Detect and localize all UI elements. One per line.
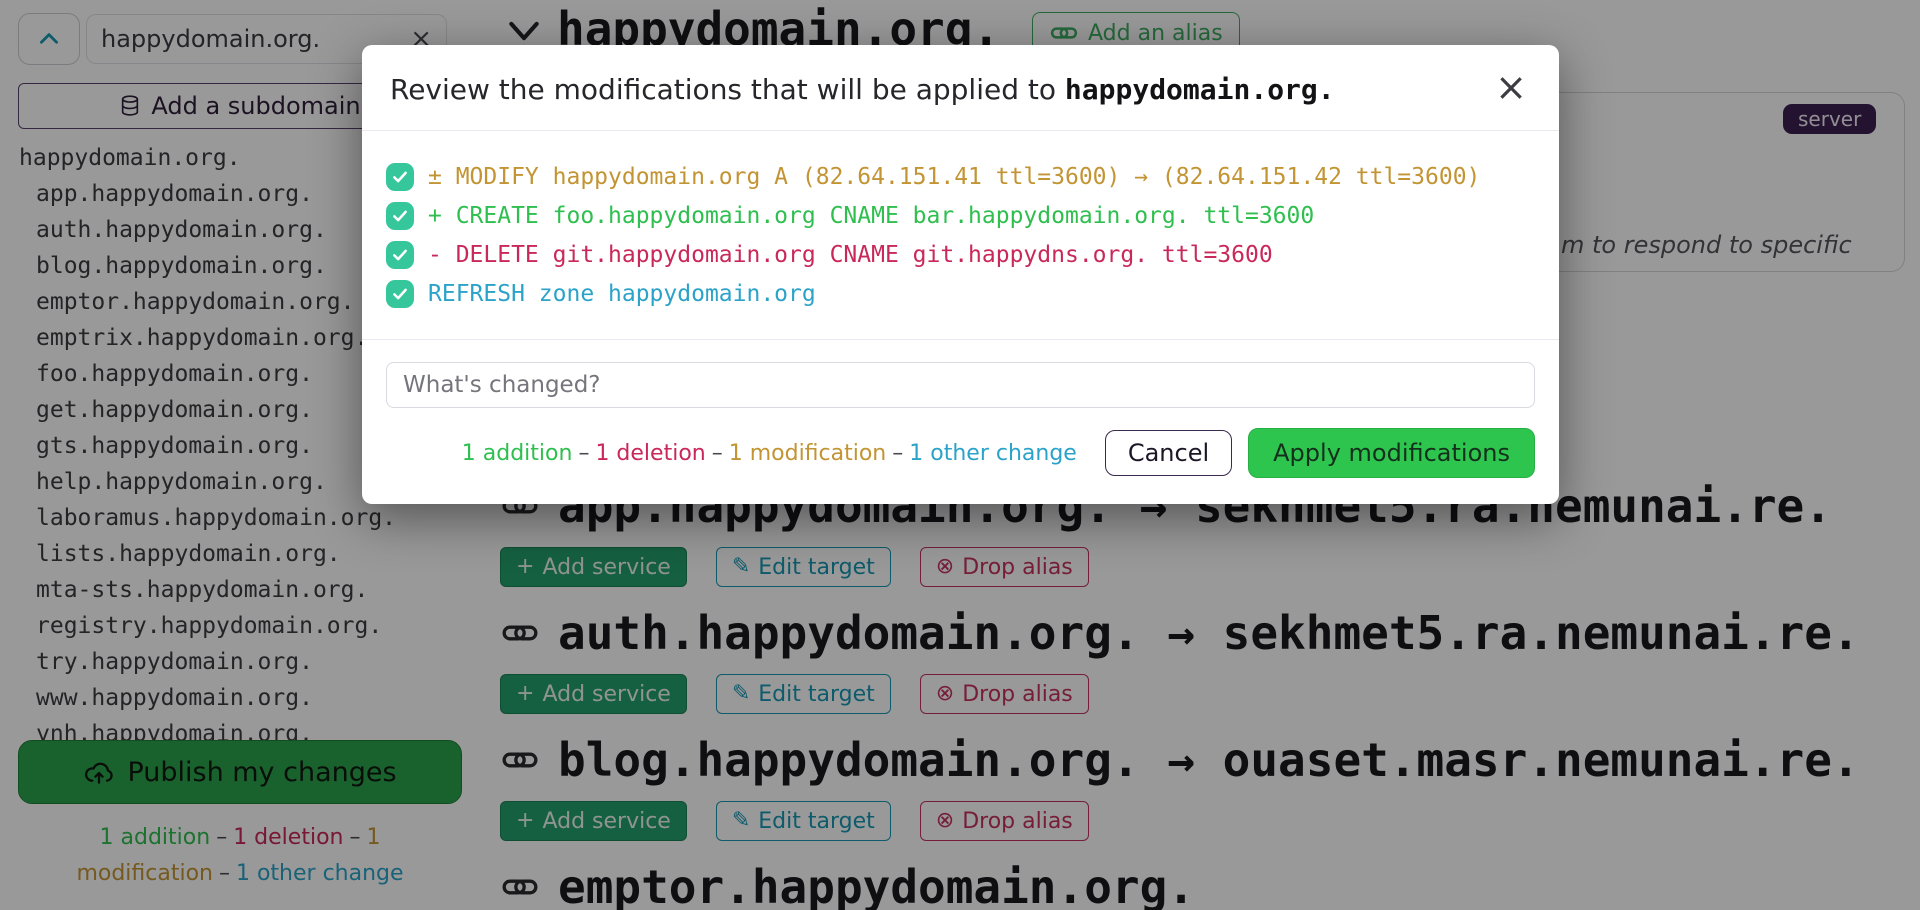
modal-footer: 1 addition–1 deletion–1 modification–1 o… xyxy=(362,408,1559,504)
app-root: happydomain.org. × Add a subdomain happy… xyxy=(0,0,1920,910)
modification-row: REFRESH zone happydomain.org xyxy=(386,274,1535,313)
cancel-button[interactable]: Cancel xyxy=(1105,430,1232,476)
modification-row: + CREATE foo.happydomain.org CNAME bar.h… xyxy=(386,196,1535,235)
modal-title: Review the modifications that will be ap… xyxy=(390,73,1335,106)
summary-separator: – xyxy=(572,441,595,466)
checkmark-icon xyxy=(391,207,409,225)
modification-text: REFRESH zone happydomain.org xyxy=(428,281,816,307)
modification-text: - DELETE git.happydomain.org CNAME git.h… xyxy=(428,242,1273,268)
modification-checkbox-checked[interactable] xyxy=(386,280,414,308)
modification-checkbox-checked[interactable] xyxy=(386,163,414,191)
close-icon[interactable]: × xyxy=(1491,73,1531,101)
modification-text: ± MODIFY happydomain.org A (82.64.151.41… xyxy=(428,164,1480,190)
summary-deletion: 1 deletion xyxy=(595,441,705,466)
summary-separator: – xyxy=(886,441,909,466)
change-comment-input[interactable] xyxy=(386,362,1535,408)
comment-wrap xyxy=(362,340,1559,408)
summary-modification: 1 modification xyxy=(729,441,887,466)
modification-row: ± MODIFY happydomain.org A (82.64.151.41… xyxy=(386,157,1535,196)
summary-separator: – xyxy=(706,441,729,466)
summary-other: 1 other change xyxy=(909,441,1077,466)
summary-addition: 1 addition xyxy=(462,441,573,466)
checkmark-icon xyxy=(391,246,409,264)
modification-row: - DELETE git.happydomain.org CNAME git.h… xyxy=(386,235,1535,274)
modal-title-domain: happydomain.org. xyxy=(1065,73,1335,106)
modification-checkbox-checked[interactable] xyxy=(386,241,414,269)
modal-changes-summary: 1 addition–1 deletion–1 modification–1 o… xyxy=(462,441,1077,466)
review-modal: Review the modifications that will be ap… xyxy=(362,45,1559,504)
apply-modifications-button[interactable]: Apply modifications xyxy=(1248,428,1535,478)
checkmark-icon xyxy=(391,285,409,303)
modal-title-prefix: Review the modifications that will be ap… xyxy=(390,73,1065,106)
checkmark-icon xyxy=(391,168,409,186)
modification-text: + CREATE foo.happydomain.org CNAME bar.h… xyxy=(428,203,1314,229)
modal-header: Review the modifications that will be ap… xyxy=(362,45,1559,131)
modification-list: ± MODIFY happydomain.org A (82.64.151.41… xyxy=(362,131,1559,319)
modification-checkbox-checked[interactable] xyxy=(386,202,414,230)
